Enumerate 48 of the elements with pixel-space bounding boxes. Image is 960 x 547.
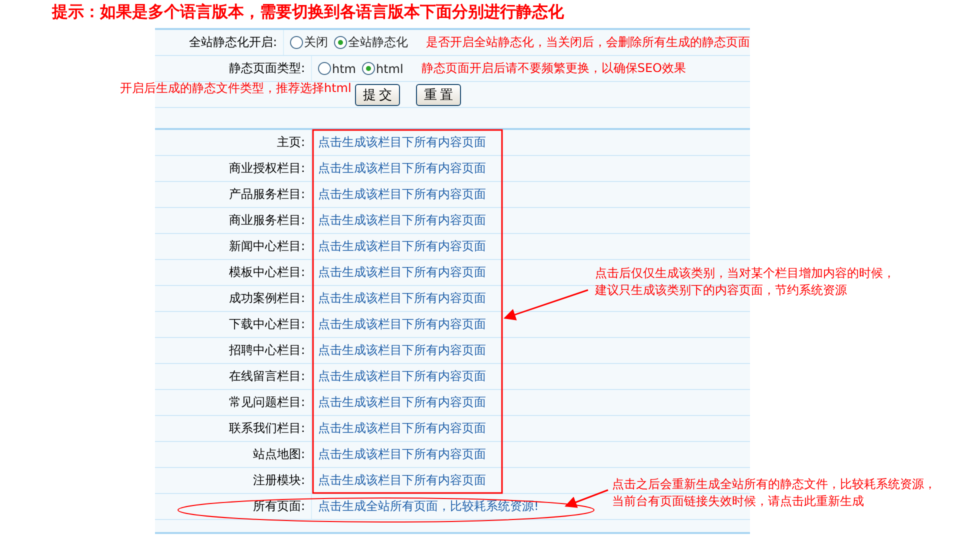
- field-label: 全站静态化开启:: [188, 34, 278, 51]
- generate-link[interactable]: 点击生成该栏目下所有内容页面: [318, 186, 486, 203]
- radio-icon[interactable]: [362, 62, 375, 75]
- annotation-arrow: [564, 489, 608, 508]
- radio-option[interactable]: html: [362, 62, 404, 76]
- category-label: 新闻中心栏目:: [228, 238, 306, 255]
- generate-link[interactable]: 点击生成该栏目下所有内容页面: [318, 316, 486, 333]
- category-label: 商业授权栏目:: [228, 160, 306, 177]
- category-label: 主页:: [276, 134, 306, 151]
- category-label: 所有页面:: [252, 498, 306, 515]
- hint-text: 静态页面开启后请不要频繁更换，以确保SEO效果: [421, 60, 686, 77]
- radio-icon[interactable]: [334, 36, 347, 49]
- category-label: 联系我们栏目:: [228, 420, 306, 437]
- radio-option[interactable]: 全站静态化: [334, 34, 408, 51]
- category-label: 下载中心栏目:: [228, 316, 306, 333]
- radio-option[interactable]: 关闭: [290, 34, 328, 51]
- generate-link[interactable]: 点击生成该栏目下所有内容页面: [318, 238, 486, 255]
- annotation-text: 点击之后会重新生成全站所有的静态文件，比较耗系统资源， 当前台有页面链接失效时候，请点击此重新生成: [612, 476, 936, 510]
- category-label: 商业服务栏目:: [228, 212, 306, 229]
- generate-link[interactable]: 点击生成该栏目下所有内容页面: [318, 472, 486, 489]
- category-label: 产品服务栏目:: [228, 186, 306, 203]
- category-label: 招聘中心栏目:: [228, 342, 306, 359]
- radio-icon[interactable]: [318, 62, 331, 75]
- radio-option[interactable]: htm: [318, 62, 356, 76]
- category-label: 成功案例栏目:: [228, 290, 306, 307]
- form-button[interactable]: 提交: [355, 84, 400, 106]
- generate-link[interactable]: 点击生成该栏目下所有内容页面: [318, 368, 486, 385]
- category-label: 常见问题栏目:: [228, 394, 306, 411]
- radio-icon[interactable]: [290, 36, 303, 49]
- annotation-text: 点击后仅仅生成该类别，当对某个栏目增加内容的时候， 建议只生成该类别下的内容页面，节约系统资源: [595, 265, 895, 299]
- form-button[interactable]: 重置: [416, 84, 461, 106]
- generate-link[interactable]: 点击生成该栏目下所有内容页面: [318, 160, 486, 177]
- category-label: 在线留言栏目:: [228, 368, 306, 385]
- generate-link[interactable]: 点击生成该栏目下所有内容页面: [318, 264, 486, 281]
- generate-link[interactable]: 点击生成该栏目下所有内容页面: [318, 134, 486, 151]
- generate-link[interactable]: 点击生成该栏目下所有内容页面: [318, 212, 486, 229]
- page-title: 提示：如果是多个语言版本，需要切换到各语言版本下面分别进行静态化: [50, 1, 565, 23]
- generate-link[interactable]: 点击生成该栏目下所有内容页面: [318, 446, 486, 463]
- generate-link[interactable]: 点击生成该栏目下所有内容页面: [318, 394, 486, 411]
- generate-link[interactable]: 点击生成该栏目下所有内容页面: [318, 342, 486, 359]
- generate-link[interactable]: 点击生成该栏目下所有内容页面: [318, 420, 486, 437]
- generate-link[interactable]: 点击生成该栏目下所有内容页面: [318, 290, 486, 307]
- category-label: 注册模块:: [252, 472, 306, 489]
- field-label: 静态页面类型:: [228, 60, 306, 77]
- hint-text: 是否开启全站静态化，当关闭后，会删除所有生成的静态页面: [426, 34, 750, 51]
- annotation-text: 开启后生成的静态文件类型，推荐选择html: [120, 80, 352, 97]
- category-label: 模板中心栏目:: [228, 264, 306, 281]
- category-label: 站点地图:: [252, 446, 306, 463]
